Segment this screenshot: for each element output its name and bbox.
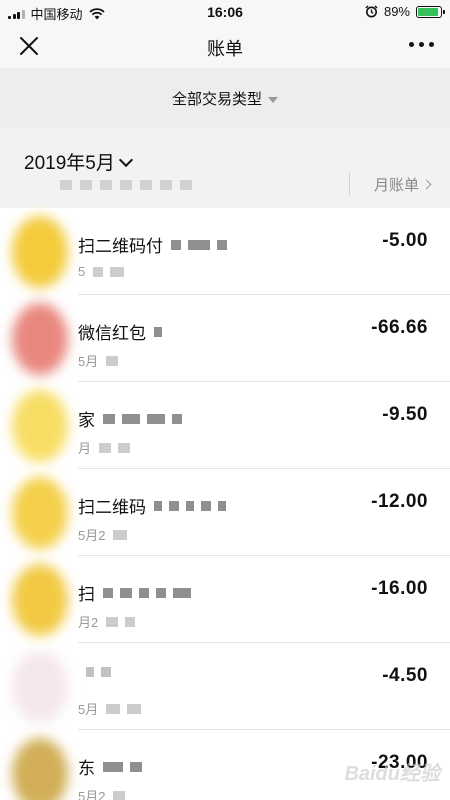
alarm-icon [365, 5, 378, 18]
redacted-text [171, 239, 227, 250]
transaction-row[interactable]: 扫 月2 -16.00 [0, 556, 450, 643]
redacted-text [106, 616, 136, 627]
transaction-title: 家 [78, 411, 95, 430]
merchant-avatar [12, 216, 68, 288]
watermark: Baidu经验 [344, 763, 440, 785]
filter-bar: 全部交易类型 [0, 68, 450, 128]
redacted-text [106, 355, 119, 366]
filter-label: 全部交易类型 [171, 91, 262, 108]
redacted-text [154, 500, 226, 511]
redacted-text [113, 790, 126, 800]
redacted-text [103, 761, 142, 772]
page-title: 账单 [207, 39, 243, 59]
navigation-bar: 账单 [0, 24, 450, 68]
month-picker[interactable]: 2019年5月 [24, 148, 133, 175]
battery-fill [418, 7, 438, 16]
transaction-row[interactable]: 扫二维码 5月2 -12.00 [0, 469, 450, 556]
month-label: 2019年5月 [24, 153, 115, 174]
transaction-amount: -4.50 [382, 665, 428, 686]
transaction-date: 5月 [78, 354, 99, 369]
status-bar: 中国移动 16:06 89% [0, 0, 450, 24]
merchant-avatar [12, 738, 68, 800]
redacted-text [154, 326, 162, 337]
transaction-date: 月 [78, 441, 92, 456]
merchant-avatar [12, 477, 68, 549]
redacted-text [106, 703, 142, 714]
redacted-text [86, 667, 111, 677]
transaction-date: 5月2 [78, 789, 106, 800]
transaction-row[interactable]: 家 月 -9.50 [0, 382, 450, 469]
more-icon[interactable] [409, 42, 434, 47]
merchant-avatar [12, 564, 68, 636]
transaction-title: 微信红包 [78, 324, 146, 343]
transaction-amount: -9.50 [382, 404, 428, 425]
caret-down-icon [268, 97, 278, 104]
redacted-text [103, 587, 191, 598]
transaction-date: 5月2 [78, 528, 106, 543]
transaction-date: 月2 [78, 615, 99, 630]
redacted-text [93, 266, 125, 277]
monthly-bill-link[interactable]: 月账单 [348, 172, 432, 196]
redacted-text [103, 413, 182, 424]
transaction-amount: -5.00 [382, 230, 428, 251]
transaction-row[interactable]: 5月 -4.50 [0, 643, 450, 730]
battery-percent: 89% [383, 4, 410, 19]
transaction-date: 5月 [78, 702, 99, 717]
chevron-right-icon [421, 179, 432, 189]
chevron-down-icon [118, 152, 133, 167]
transaction-list: 扫二维码付 5 -5.00 微信红包 5月 -66.66 家 月 -9.50 扫… [0, 208, 450, 800]
transaction-amount: -12.00 [371, 491, 428, 512]
transaction-type-filter[interactable]: 全部交易类型 [0, 88, 450, 109]
status-right: 89% [365, 4, 445, 19]
transaction-title: 东 [78, 759, 95, 778]
transaction-title: 扫 [78, 585, 95, 604]
merchant-avatar [12, 303, 68, 375]
redacted-text [99, 442, 131, 453]
month-summary-redacted [60, 180, 230, 192]
monthly-bill-label: 月账单 [373, 176, 419, 194]
transaction-row[interactable]: 扫二维码付 5 -5.00 [0, 208, 450, 295]
battery-icon [416, 5, 445, 18]
transaction-title: 扫二维码 [78, 498, 146, 517]
transaction-title: 扫二维码付 [78, 237, 163, 256]
merchant-avatar [12, 390, 68, 462]
merchant-avatar [12, 651, 68, 723]
transaction-row[interactable]: 微信红包 5月 -66.66 [0, 295, 450, 382]
month-header: 2019年5月 月账单 [0, 128, 450, 208]
transaction-amount: -66.66 [371, 317, 428, 338]
transaction-date: 5 [78, 264, 86, 279]
redacted-text [113, 529, 128, 540]
transaction-amount: -16.00 [371, 578, 428, 599]
